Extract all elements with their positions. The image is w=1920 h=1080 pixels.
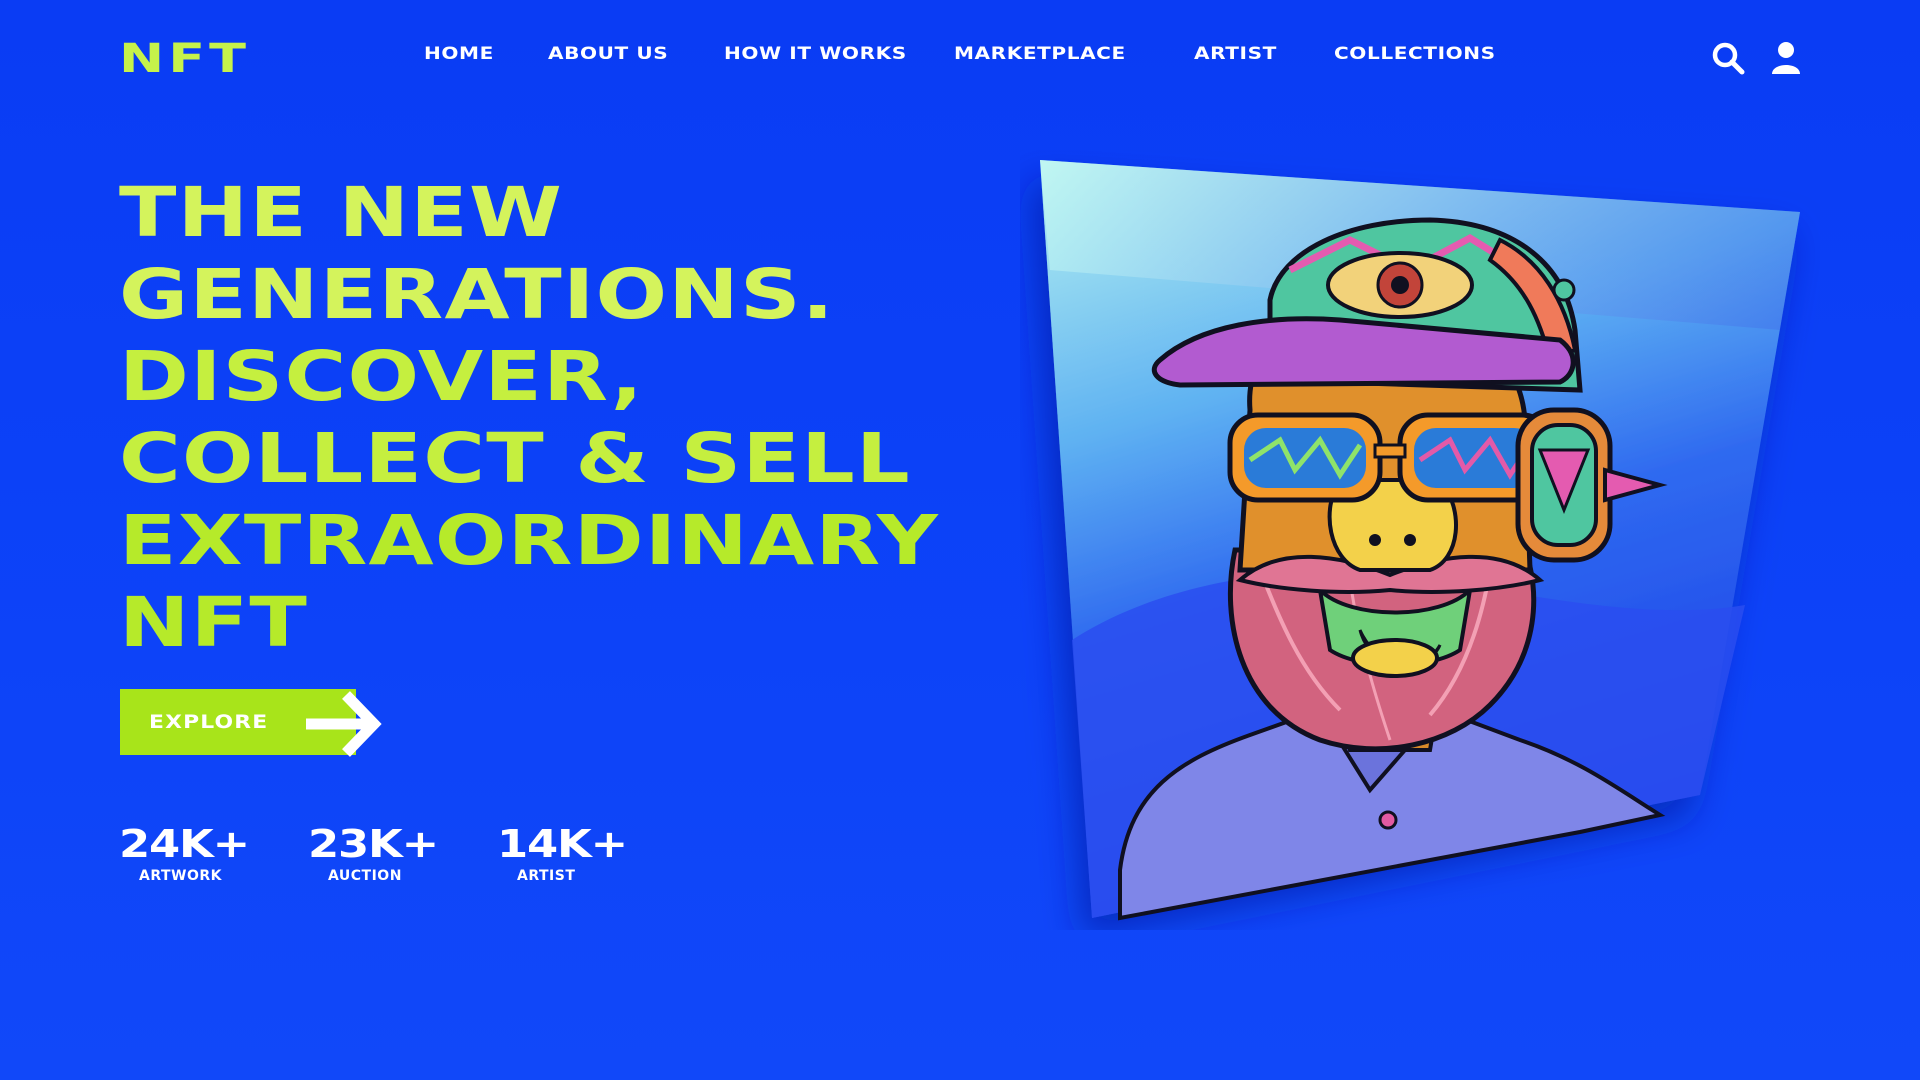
top-navigation: NFT HOME ABOUT US HOW IT WORKS MARKETPLA… xyxy=(0,0,1920,115)
explore-button-label: EXPLORE xyxy=(149,711,269,733)
stat-label: ARTWORK xyxy=(139,868,223,884)
stat-value: 14K+ xyxy=(497,822,628,866)
stat-label: ARTIST xyxy=(517,868,576,884)
explore-button[interactable]: EXPLORE xyxy=(120,689,382,757)
stat-artwork: 24K+ ARTWORK xyxy=(119,822,308,884)
nav-icons xyxy=(1710,40,1804,76)
search-icon[interactable] xyxy=(1710,40,1746,76)
featured-nft-artwork[interactable] xyxy=(1020,150,1820,930)
nft-artwork-image xyxy=(1040,160,1800,921)
nav-collections-link[interactable]: COLLECTIONS xyxy=(1334,44,1558,64)
stats-row: 24K+ ARTWORK 23K+ AUCTION 14K+ ARTIST xyxy=(119,822,686,884)
stat-auction: 23K+ AUCTION xyxy=(308,822,497,884)
arrow-right-icon xyxy=(306,691,382,757)
logo[interactable]: NFT xyxy=(119,36,250,82)
user-icon[interactable] xyxy=(1768,40,1804,76)
main-menu: HOME ABOUT US HOW IT WORKS MARKETPLACE A… xyxy=(424,44,1524,64)
hero-title: THE NEW GENERATIONS. DISCOVER, COLLECT &… xyxy=(119,172,1019,664)
stat-label: AUCTION xyxy=(328,868,402,884)
stat-artist: 14K+ ARTIST xyxy=(497,822,686,884)
